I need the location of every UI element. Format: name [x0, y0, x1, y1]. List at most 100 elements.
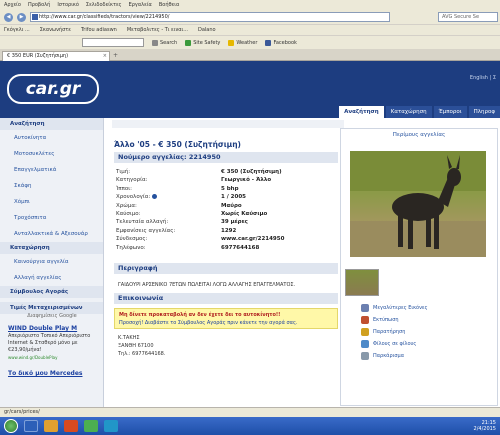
- weather-button[interactable]: Weather: [228, 39, 257, 46]
- warning-text: Μη δίνετε προκαταβολή αν δεν έχετε δει τ…: [119, 312, 281, 318]
- description-text: ΓΑΙΔΟΥΡΙ ΑΡΣΕΝΙΚΟ 7ΕΤΩΝ ΠΩΛΕΙΤΑΙ ΛΟΓΩ ΑΛ…: [118, 282, 296, 288]
- site-logo[interactable]: car.gr: [7, 74, 99, 104]
- nav-tab-dealers[interactable]: Έμποροι: [433, 106, 467, 118]
- listing-link[interactable]: www.car.gr/2214950: [221, 235, 284, 243]
- nav-tab-search[interactable]: Αναζήτηση: [339, 106, 384, 118]
- close-tab-icon[interactable]: ×: [103, 52, 107, 61]
- contact-header: Επικοινωνία: [114, 293, 338, 304]
- sidebar-item-commercial[interactable]: Επαγγελματικά: [0, 162, 103, 178]
- sidebar-item-motorcycles[interactable]: Μοτοσυκλέτες: [0, 146, 103, 162]
- language-switch[interactable]: English | Σ: [470, 75, 496, 81]
- help-icon[interactable]: [152, 194, 158, 200]
- bookmark-item[interactable]: Dalano: [198, 27, 216, 33]
- status-url: gr/cars/prices/: [4, 409, 40, 415]
- ad-link-mercedes[interactable]: Το δικό μου Mercedes: [8, 370, 96, 377]
- site-header: car.gr English | Σ Αναζήτηση Καταχώρηση …: [0, 61, 500, 118]
- browser-tab[interactable]: € 350 EUR (Συζητήσιμη) ×: [2, 51, 110, 61]
- contact-info: Κ.ΤΑΚΗΣ ΞΑΝΘΗ 67100 Τηλ.: 6977644168.: [118, 334, 165, 358]
- report-link[interactable]: Παρατήρηση: [361, 326, 428, 338]
- nav-tab-post[interactable]: Καταχώρηση: [385, 106, 432, 118]
- detail-row: Τιμή: € 350 (Συζητήσιμη): [116, 169, 282, 175]
- forward-icon[interactable]: ▶: [17, 12, 26, 22]
- menu-view[interactable]: Προβολή: [28, 2, 50, 8]
- menu-help[interactable]: Βοήθεια: [159, 2, 179, 8]
- sidebar-item-edit-ad[interactable]: Αλλαγή αγγελίας: [0, 270, 103, 286]
- sidebar-item-cars[interactable]: Αυτοκίνητα: [0, 130, 103, 146]
- detail-row: Χρώμα: Μαύρο: [116, 202, 242, 209]
- detail-row: Εμφανίσεις αγγελίας: 1292: [116, 227, 237, 234]
- sidebar-item-caravans[interactable]: Τροχόσπιτα: [0, 210, 103, 226]
- google-ad: Διαφημίσεις Google WIND Double Play M Απ…: [8, 313, 96, 403]
- address-bar[interactable]: http://www.car.gr/classifieds/tractors/v…: [30, 12, 390, 22]
- sun-icon: [228, 39, 235, 46]
- bookmark-item[interactable]: Μεταβολιτες - Τι ειναι...: [127, 27, 188, 33]
- toolbar-search-button[interactable]: Search: [152, 39, 177, 46]
- contact-phone: Τηλ.: 6977644168.: [118, 351, 166, 357]
- sidebar-item-parts[interactable]: Ανταλλακτικά & Αξεσουάρ: [0, 226, 103, 242]
- site-nav: Αναζήτηση Καταχώρηση Έμποροι Πληροφ: [339, 106, 500, 118]
- photo-actions: Μεγαλύτερες Εικόνες Εκτύπωση Παρατήρηση …: [361, 302, 428, 362]
- bookmark-item[interactable]: Γκόγκλι ...: [4, 27, 30, 33]
- folder-icon[interactable]: [44, 420, 58, 432]
- share-link[interactable]: Φίλους σε φίλους: [361, 338, 428, 350]
- detail-row: Σύνδεσμος: www.car.gr/2214950: [116, 235, 285, 243]
- site-safety-button[interactable]: Site Safety: [185, 39, 220, 46]
- alert-icon: [361, 328, 369, 336]
- back-icon[interactable]: ◀: [4, 12, 13, 22]
- ad-number-header: Νούμερο αγγελίας: 2214950: [114, 152, 338, 163]
- photos-panel: Περίμους αγγελίας Μεγαλύτερες Εικόνες Εκ…: [340, 128, 498, 406]
- ie-icon[interactable]: [24, 420, 38, 432]
- system-clock: 21:15 2/4/2015: [473, 420, 496, 432]
- sidebar-item-boats[interactable]: Σκάφη: [0, 178, 103, 194]
- ad-text: Απεριόριστο Τοπικό Απεριόριστο Internet …: [8, 333, 91, 353]
- bookmarks-bar: Γκόγκλι ... Σκανωνήστε Trifou adiaswn Με…: [0, 24, 500, 35]
- menu-bookmarks[interactable]: Σελιδοδείκτες: [86, 2, 122, 8]
- browser-menubar: Αρχείο Προβολή Ιστορικό Σελιδοδείκτες Ερ…: [0, 0, 500, 10]
- facebook-icon: [265, 39, 272, 46]
- sidebar-head-search[interactable]: Αναζήτηση: [0, 118, 103, 130]
- firefox-icon[interactable]: [64, 420, 78, 432]
- main-photo[interactable]: [350, 151, 486, 257]
- ad-link-wind[interactable]: WIND Double Play M: [8, 325, 96, 332]
- park-link[interactable]: Παρκάρισμα: [361, 350, 428, 362]
- description-header: Περιγραφή: [114, 263, 338, 274]
- avg-search-box[interactable]: AVG Secure Se: [438, 12, 498, 22]
- ad-url[interactable]: www.wind.gr/DoublePlay: [8, 355, 96, 360]
- photo-thumbnail[interactable]: [345, 269, 379, 296]
- sidebar-head-advisor[interactable]: Σύμβουλος Αγοράς: [0, 286, 103, 298]
- app-icon[interactable]: [84, 420, 98, 432]
- photos-title: Περίμους αγγελίας: [392, 132, 446, 138]
- detail-row: Χρονολογία: 1 / 2005: [116, 194, 246, 201]
- advisor-link[interactable]: Προσοχή! Διαβάστε το Σύμβουλος Αγοράς πρ…: [119, 319, 333, 327]
- breadcrumb: [112, 120, 344, 128]
- donkey-image: [350, 151, 486, 257]
- toolbar-search-input[interactable]: [82, 38, 144, 47]
- nav-tab-info[interactable]: Πληροφ: [468, 106, 500, 118]
- print-link[interactable]: Εκτύπωση: [361, 314, 428, 326]
- sidebar-head-post[interactable]: Καταχώρηση: [0, 242, 103, 254]
- detail-row: Καύσιμο: Χωρίς Καύσιμο: [116, 210, 268, 217]
- contact-name: Κ.ΤΑΚΗΣ: [118, 335, 140, 341]
- app-icon[interactable]: [104, 420, 118, 432]
- search-icon: [152, 39, 158, 46]
- shield-icon: [185, 39, 192, 46]
- detail-row: Ίπποι: 5 bhp: [116, 185, 239, 192]
- detail-row: Κατηγορία: Γεωργικό - Άλλο: [116, 177, 272, 184]
- browser-navbar: ◀ ▶ http://www.car.gr/classifieds/tracto…: [0, 10, 500, 24]
- menu-history[interactable]: Ιστορικό: [57, 2, 79, 8]
- sidebar: Αναζήτηση Αυτοκίνητα Μοτοσυκλέτες Επαγγε…: [0, 118, 104, 416]
- sidebar-item-new-ad[interactable]: Καινούργια αγγελία: [0, 254, 103, 270]
- start-button[interactable]: [4, 419, 18, 433]
- magnifier-icon: [361, 304, 369, 312]
- listing-main: Άλλο '05 - € 350 (Συζητήσιμη) Νούμερο αγ…: [108, 118, 500, 416]
- facebook-button[interactable]: Facebook: [265, 39, 297, 46]
- menu-file[interactable]: Αρχείο: [4, 2, 21, 8]
- sidebar-item-hobby[interactable]: Χόμπι: [0, 194, 103, 210]
- people-icon: [361, 340, 369, 348]
- menu-tools[interactable]: Εργαλεία: [129, 2, 152, 8]
- larger-images-link[interactable]: Μεγαλύτερες Εικόνες: [361, 302, 428, 314]
- contact-city: ΞΑΝΘΗ 67100: [118, 343, 154, 349]
- bookmark-item[interactable]: Σκανωνήστε: [40, 27, 71, 33]
- new-tab-icon[interactable]: +: [113, 52, 118, 59]
- bookmark-item[interactable]: Trifou adiaswn: [81, 27, 117, 33]
